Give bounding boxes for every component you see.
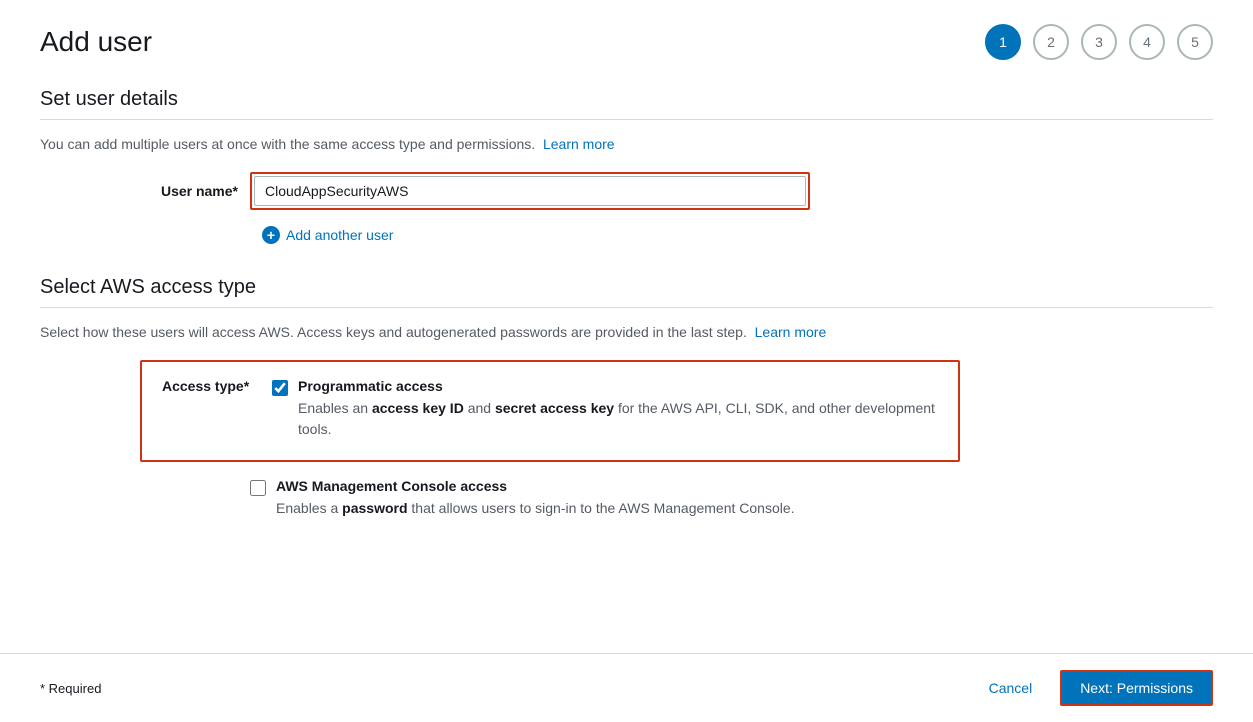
username-row: User name* bbox=[40, 172, 1213, 210]
page-title: Add user bbox=[40, 26, 152, 58]
bold-password: password bbox=[342, 500, 407, 516]
step-3: 3 bbox=[1081, 24, 1117, 60]
programmatic-access-desc: Enables an access key ID and secret acce… bbox=[298, 398, 938, 440]
step-5: 5 bbox=[1177, 24, 1213, 60]
aws-access-type-description: Select how these users will access AWS. … bbox=[40, 324, 1213, 340]
access-type-row: Access type* Programmatic access Enables… bbox=[162, 378, 938, 440]
required-note: * Required bbox=[40, 681, 101, 696]
console-access-checkbox[interactable] bbox=[250, 480, 266, 496]
add-another-user-label: Add another user bbox=[286, 227, 393, 243]
divider-1 bbox=[40, 119, 1213, 120]
step-indicators: 1 2 3 4 5 bbox=[985, 24, 1213, 60]
console-access-title: AWS Management Console access bbox=[276, 478, 960, 494]
username-label: User name* bbox=[140, 183, 250, 199]
set-user-details-title: Set user details bbox=[40, 88, 1213, 111]
programmatic-access-title: Programmatic access bbox=[298, 378, 938, 394]
access-type-label: Access type* bbox=[162, 378, 272, 394]
set-user-details-description: You can add multiple users at once with … bbox=[40, 136, 1213, 152]
step-4: 4 bbox=[1129, 24, 1165, 60]
divider-2 bbox=[40, 307, 1213, 308]
cancel-button[interactable]: Cancel bbox=[977, 674, 1045, 702]
plus-icon: + bbox=[262, 226, 280, 244]
aws-access-type-title: Select AWS access type bbox=[40, 276, 1213, 299]
learn-more-link-1[interactable]: Learn more bbox=[543, 136, 615, 152]
console-access-row: AWS Management Console access Enables a … bbox=[40, 478, 960, 519]
step-1: 1 bbox=[985, 24, 1021, 60]
programmatic-access-checkbox[interactable] bbox=[272, 380, 288, 396]
footer-actions: Cancel Next: Permissions bbox=[977, 670, 1213, 706]
console-access-desc: Enables a password that allows users to … bbox=[276, 498, 960, 519]
footer: * Required Cancel Next: Permissions bbox=[0, 653, 1253, 722]
console-access-content: AWS Management Console access Enables a … bbox=[276, 478, 960, 519]
username-input-wrapper bbox=[250, 172, 810, 210]
step-2: 2 bbox=[1033, 24, 1069, 60]
bold-access-key: access key ID bbox=[372, 400, 464, 416]
console-access-group: AWS Management Console access Enables a … bbox=[250, 478, 960, 519]
next-permissions-button[interactable]: Next: Permissions bbox=[1060, 670, 1213, 706]
aws-access-type-section: Select AWS access type Select how these … bbox=[40, 276, 1213, 519]
programmatic-access-group: Programmatic access Enables an access ke… bbox=[272, 378, 938, 440]
programmatic-access-box: Access type* Programmatic access Enables… bbox=[140, 360, 960, 462]
bold-secret-key: secret access key bbox=[495, 400, 614, 416]
programmatic-access-content: Programmatic access Enables an access ke… bbox=[298, 378, 938, 440]
username-input[interactable] bbox=[254, 176, 806, 206]
learn-more-link-2[interactable]: Learn more bbox=[755, 324, 827, 340]
add-another-user-button[interactable]: + Add another user bbox=[40, 226, 1213, 244]
